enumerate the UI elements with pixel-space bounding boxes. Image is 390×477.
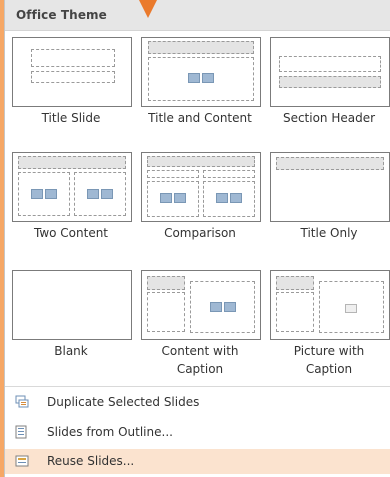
layout-blank[interactable]: Blank (12, 270, 140, 382)
menu-slides-from-outline[interactable]: Slides from Outline... (5, 420, 390, 445)
layout-title-only[interactable]: Title Only (270, 152, 390, 244)
layout-comparison[interactable]: Comparison (141, 152, 269, 244)
layout-label: Title Slide (41, 111, 101, 125)
layout-label: Section Header (282, 111, 376, 125)
layout-label-line1: Content with (161, 344, 239, 358)
layout-title-and-content[interactable]: Title and Content (141, 37, 269, 129)
layout-thumbnail (12, 152, 132, 222)
layout-label: Blank (54, 344, 88, 358)
menu-item-label: Duplicate Selected Slides (47, 395, 200, 409)
layout-label-line2: Caption (176, 362, 224, 376)
layout-thumbnail (141, 152, 261, 222)
gallery-title: Office Theme (16, 8, 107, 22)
layout-picture-with-caption[interactable]: Picture with Caption (270, 270, 390, 382)
layout-two-content[interactable]: Two Content (12, 152, 140, 244)
layout-label: Title Only (300, 226, 358, 240)
layout-thumbnail (141, 37, 261, 107)
gallery-header: Office Theme (5, 0, 390, 31)
layout-title-slide[interactable]: Title Slide (12, 37, 140, 129)
menu-divider (5, 386, 390, 387)
picture-placeholder-icon (345, 304, 357, 313)
layout-thumbnail (12, 270, 132, 340)
layout-label: Picture with Caption (264, 342, 390, 378)
menu-item-label: Reuse Slides... (47, 454, 135, 468)
layout-label: Two Content (33, 226, 109, 240)
pointer-arrow-icon (139, 0, 157, 18)
reuse-slides-icon (15, 455, 29, 467)
layout-label: Content with Caption (135, 342, 265, 378)
layout-thumbnail (270, 37, 390, 107)
layout-label: Title and Content (148, 111, 252, 125)
layout-label-line2: Caption (305, 362, 353, 376)
menu-item-label: Slides from Outline... (47, 425, 173, 439)
layout-gallery-panel: Office Theme Title Slide Title and Conte… (4, 0, 390, 477)
layout-section-header[interactable]: Section Header (270, 37, 390, 129)
menu-reuse-slides[interactable]: Reuse Slides... (5, 449, 390, 474)
layout-content-with-caption[interactable]: Content with Caption (141, 270, 269, 382)
layout-thumbnail (270, 152, 390, 222)
layout-label-line1: Picture with (293, 344, 365, 358)
menu-duplicate-selected-slides[interactable]: Duplicate Selected Slides (5, 390, 390, 415)
layout-thumbnail (12, 37, 132, 107)
layout-label: Comparison (164, 226, 236, 240)
duplicate-slides-icon (15, 395, 29, 408)
outline-icon (15, 425, 27, 439)
layout-thumbnail (270, 270, 390, 340)
layout-thumbnail (141, 270, 261, 340)
